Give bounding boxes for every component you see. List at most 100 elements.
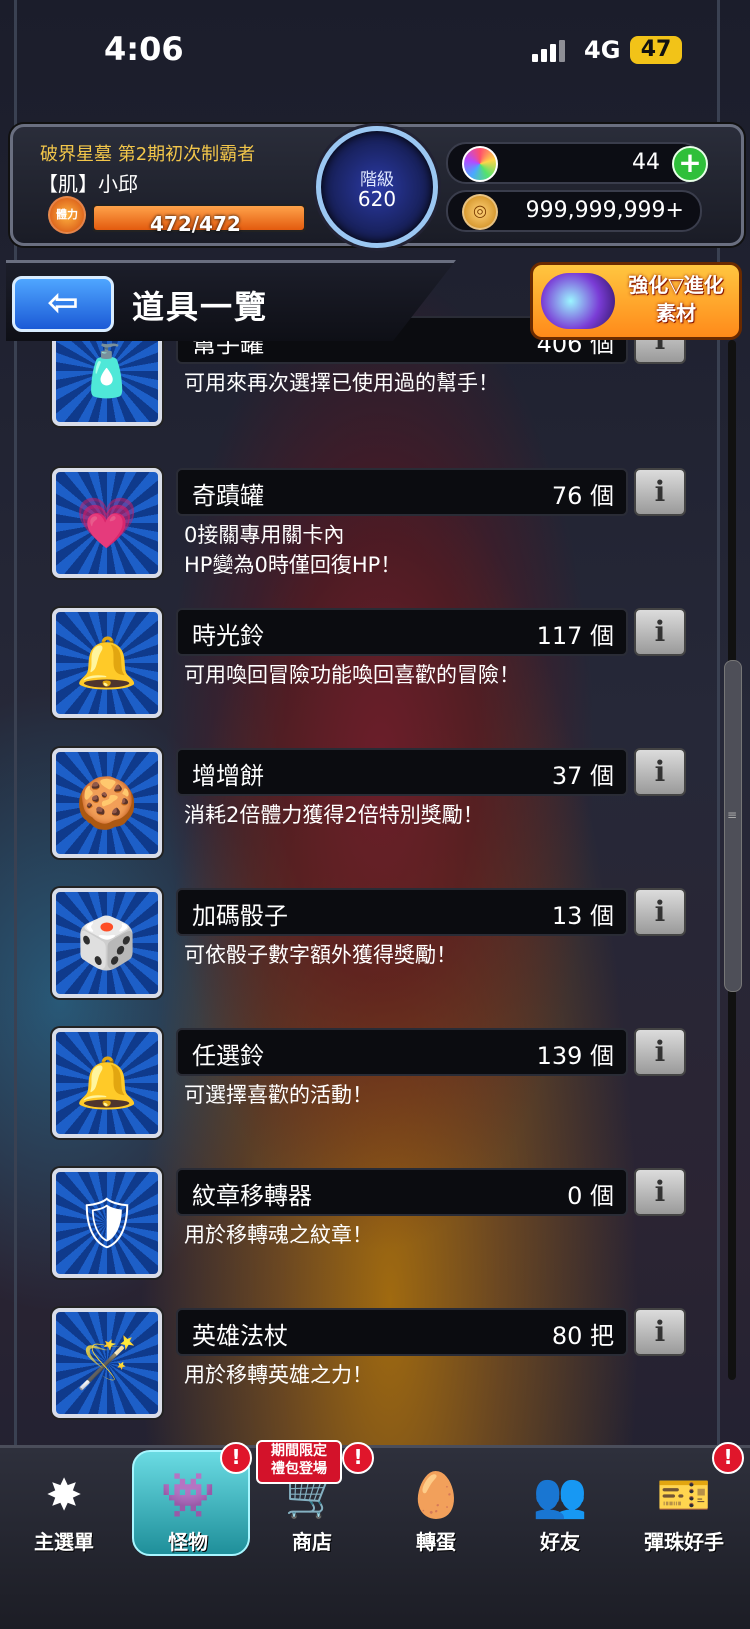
item-name: 奇蹟罐 bbox=[192, 482, 264, 510]
select-bell-icon: 🔔 bbox=[52, 1028, 162, 1138]
nav-label: 轉蛋 bbox=[416, 1530, 456, 1554]
desc-line: 可選擇喜歡的活動！ bbox=[184, 1083, 373, 1107]
desc-line: 用於移轉魂之紋章！ bbox=[184, 1223, 373, 1247]
add-orb-button[interactable]: + bbox=[672, 146, 708, 182]
info-button[interactable]: i bbox=[634, 888, 686, 936]
item-name: 紋章移轉器 bbox=[192, 1182, 312, 1210]
item-count: 117 個 bbox=[536, 622, 614, 650]
item-description: 可選擇喜歡的活動！ bbox=[184, 1080, 654, 1110]
status-time: 4:06 bbox=[104, 30, 184, 68]
strike-pro-alert-badge: ! bbox=[712, 1442, 744, 1474]
info-button[interactable]: i bbox=[634, 1308, 686, 1356]
desc-line: 可依骰子數字額外獲得獎勵！ bbox=[184, 943, 457, 967]
item-count: 76 個 bbox=[551, 482, 614, 510]
item-count: 80 把 bbox=[551, 1322, 614, 1350]
item-name: 任選鈴 bbox=[192, 1042, 264, 1070]
item-count: 0 個 bbox=[567, 1182, 614, 1210]
item-namebar: 任選鈴 139 個 bbox=[176, 1028, 628, 1076]
list-item: 🔔 任選鈴 139 個 i 可選擇喜歡的活動！ bbox=[52, 1028, 692, 1152]
hero-staff-icon: 🪄 bbox=[52, 1308, 162, 1418]
signal-icon bbox=[532, 40, 566, 62]
battery-icon: 47 bbox=[630, 36, 682, 64]
promo-line: 期間限定 bbox=[271, 1443, 327, 1459]
materials-icon bbox=[541, 273, 615, 329]
item-namebar: 英雄法杖 80 把 bbox=[176, 1308, 628, 1356]
nav-label: 彈珠好手 bbox=[644, 1530, 724, 1554]
time-bell-icon: 🔔 bbox=[52, 608, 162, 718]
item-description: 用於移轉魂之紋章！ bbox=[184, 1220, 654, 1250]
evolve-materials-button[interactable]: 強化▽進化 素材 bbox=[530, 262, 742, 340]
ticket-icon: 🎫 bbox=[656, 1470, 712, 1521]
desc-line: 可用喚回冒險功能喚回喜歡的冒險！ bbox=[184, 663, 520, 687]
miracle-jar-icon: 💗 bbox=[52, 468, 162, 578]
limited-offer-banner[interactable]: 期間限定 禮包登場 bbox=[256, 1440, 342, 1484]
list-item: 🔔 時光鈴 117 個 i 可用喚回冒險功能喚回喜歡的冒險！ bbox=[52, 608, 692, 732]
evolve-label: 強化▽進化 素材 bbox=[617, 271, 735, 327]
nav-friends[interactable]: 👥 好友 bbox=[500, 1466, 620, 1556]
gold-count: 999,999,999+ bbox=[525, 198, 684, 223]
player-name: 【肌】小邱 bbox=[38, 172, 138, 196]
info-button[interactable]: i bbox=[634, 608, 686, 656]
list-item: 🍪 增增餅 37 個 i 消耗2倍體力獲得2倍特別獎勵！ bbox=[52, 748, 692, 872]
player-title: 破界星墓 第2期初次制霸者 bbox=[40, 144, 256, 165]
item-count: 13 個 bbox=[551, 902, 614, 930]
evolve-label-line: 素材 bbox=[656, 301, 696, 325]
item-description: 可依骰子數字額外獲得獎勵！ bbox=[184, 940, 654, 970]
nav-gacha[interactable]: 🥚 轉蛋 bbox=[376, 1466, 496, 1556]
item-namebar: 加碼骰子 13 個 bbox=[176, 888, 628, 936]
nav-monsters[interactable]: 👾 怪物 bbox=[128, 1466, 248, 1556]
desc-line: 0接關專用關卡內 bbox=[184, 523, 345, 547]
orb-icon bbox=[462, 146, 498, 182]
info-button[interactable]: i bbox=[634, 1168, 686, 1216]
scroll-grip-icon: ≡ bbox=[727, 808, 738, 822]
stamina-text: 472/472 bbox=[150, 212, 241, 236]
main-menu-icon: ✸ bbox=[45, 1470, 83, 1521]
page-title: 道具一覽 bbox=[132, 288, 269, 326]
list-item: 🪄 英雄法杖 80 把 i 用於移轉英雄之力！ bbox=[52, 1308, 692, 1432]
nav-label: 商店 bbox=[292, 1530, 332, 1554]
list-item: 🎲 加碼骰子 13 個 i 可依骰子數字額外獲得獎勵！ bbox=[52, 888, 692, 1012]
item-name: 增增餅 bbox=[192, 762, 264, 790]
item-name: 時光鈴 bbox=[192, 622, 264, 650]
item-namebar: 奇蹟罐 76 個 bbox=[176, 468, 628, 516]
item-namebar: 增增餅 37 個 bbox=[176, 748, 628, 796]
monster-alert-badge: ! bbox=[220, 1442, 252, 1474]
item-description: 0接關專用關卡內 HP變為0時僅回復HP！ bbox=[184, 520, 654, 580]
item-description: 可用來再次選擇已使用過的幫手！ bbox=[184, 368, 654, 398]
shop-alert-badge: ! bbox=[342, 1442, 374, 1474]
item-description: 可用喚回冒險功能喚回喜歡的冒險！ bbox=[184, 660, 654, 690]
info-button[interactable]: i bbox=[634, 468, 686, 516]
info-button[interactable]: i bbox=[634, 748, 686, 796]
scrollbar-thumb[interactable] bbox=[724, 660, 742, 992]
info-button[interactable]: i bbox=[634, 1028, 686, 1076]
item-namebar: 時光鈴 117 個 bbox=[176, 608, 628, 656]
nav-main-menu[interactable]: ✸ 主選單 bbox=[4, 1466, 124, 1556]
crest-transfer-icon: 🛡 bbox=[52, 1168, 162, 1278]
nav-label: 好友 bbox=[540, 1530, 580, 1554]
list-item: 🛡 紋章移轉器 0 個 i 用於移轉魂之紋章！ bbox=[52, 1168, 692, 1292]
dice-icon: 🎲 bbox=[52, 888, 162, 998]
stamina-icon: 體力 bbox=[48, 196, 86, 234]
item-count: 139 個 bbox=[536, 1042, 614, 1070]
rank-badge[interactable]: 階級 620 bbox=[316, 126, 438, 248]
monster-icon: 👾 bbox=[160, 1470, 216, 1521]
nav-label: 怪物 bbox=[168, 1530, 208, 1554]
item-name: 加碼骰子 bbox=[192, 902, 288, 930]
item-count: 37 個 bbox=[551, 762, 614, 790]
evolve-label-line: 強化▽進化 bbox=[628, 273, 724, 297]
nav-label: 主選單 bbox=[34, 1530, 94, 1554]
desc-line: 消耗2倍體力獲得2倍特別獎勵！ bbox=[184, 803, 484, 827]
cookie-icon: 🍪 bbox=[52, 748, 162, 858]
item-description: 用於移轉英雄之力！ bbox=[184, 1360, 654, 1390]
item-description: 消耗2倍體力獲得2倍特別獎勵！ bbox=[184, 800, 654, 830]
item-namebar: 紋章移轉器 0 個 bbox=[176, 1168, 628, 1216]
promo-line: 禮包登場 bbox=[271, 1461, 327, 1477]
egg-icon: 🥚 bbox=[408, 1470, 464, 1521]
nav-strike-pro[interactable]: 🎫 彈珠好手 bbox=[624, 1466, 744, 1556]
desc-line: 可用來再次選擇已使用過的幫手！ bbox=[184, 371, 499, 395]
back-button[interactable]: ⇦ bbox=[12, 276, 114, 332]
friends-icon: 👥 bbox=[532, 1470, 588, 1521]
desc-line: HP變為0時僅回復HP！ bbox=[184, 553, 402, 577]
orb-count: 44 bbox=[632, 150, 660, 175]
gold-coin-icon: ◎ bbox=[462, 194, 498, 230]
